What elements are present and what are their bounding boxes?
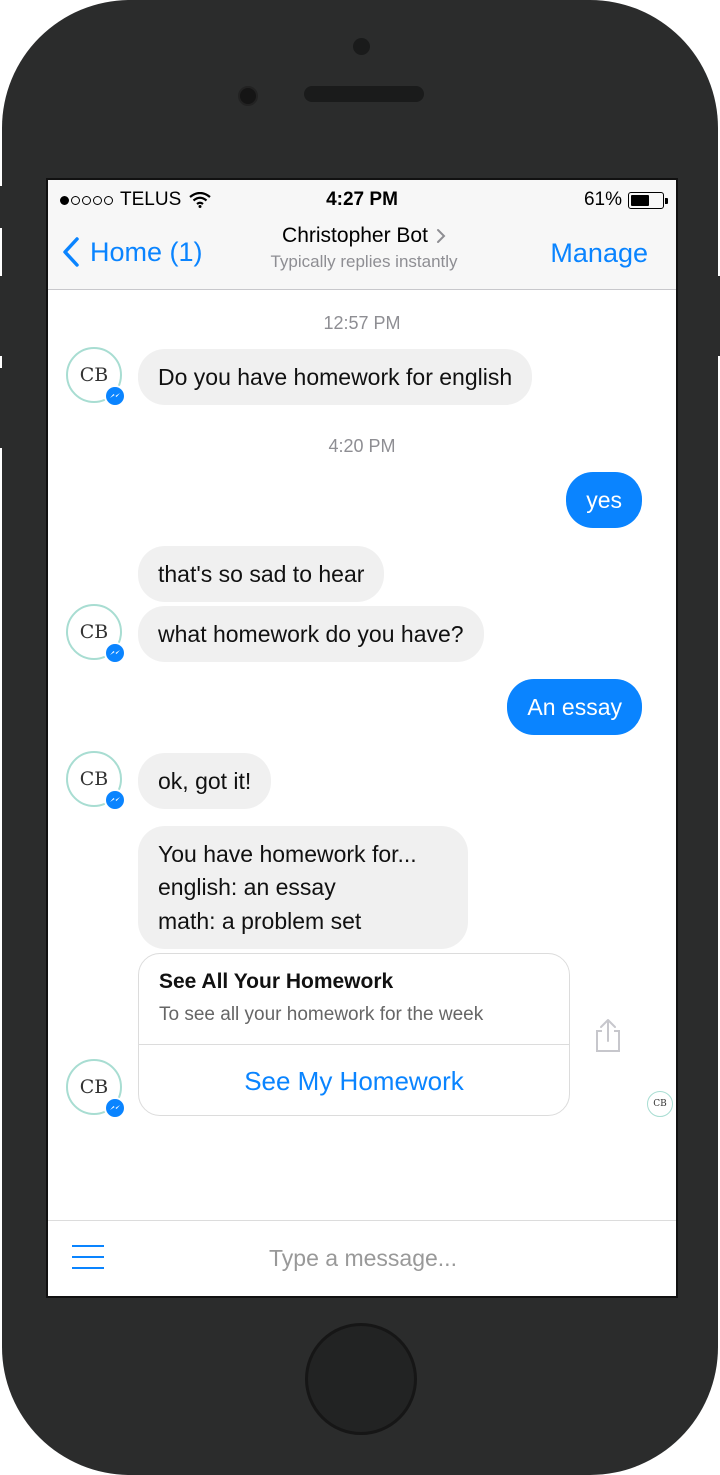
front-camera: [238, 86, 258, 106]
read-receipt-initials: CB: [653, 1099, 667, 1109]
bot-avatar[interactable]: CB: [66, 347, 126, 407]
screen: TELUS 4:27 PM 61% Home (1) Christopher B…: [46, 178, 678, 1298]
read-receipt-avatar: CB: [647, 1091, 673, 1117]
phone-frame: TELUS 4:27 PM 61% Home (1) Christopher B…: [2, 0, 718, 1475]
volume-down-button[interactable]: [0, 368, 6, 448]
messenger-badge-icon: [104, 385, 126, 407]
back-label: Home (1): [90, 236, 203, 267]
see-my-homework-button[interactable]: See My Homework: [139, 1045, 569, 1115]
volume-up-button[interactable]: [0, 276, 6, 356]
bot-avatar[interactable]: CB: [66, 1059, 126, 1119]
message-bubble-incoming[interactable]: Do you have homework for english: [138, 349, 533, 405]
message-bubble-outgoing[interactable]: yes: [566, 472, 642, 528]
card-title: See All Your Homework: [159, 970, 394, 993]
back-button[interactable]: Home (1): [62, 236, 203, 268]
status-right: 61%: [583, 189, 668, 211]
message-bubble-incoming[interactable]: You have homework for... english: an ess…: [138, 826, 468, 949]
conversation-title-text: Christopher Bot: [282, 224, 428, 247]
message-input[interactable]: [158, 1237, 568, 1279]
battery-icon: [628, 191, 668, 209]
message-bubble-outgoing[interactable]: An essay: [507, 679, 642, 735]
message-line: math: a problem set: [158, 907, 362, 934]
messenger-badge-icon: [104, 1097, 126, 1119]
message-line: english: an essay: [158, 874, 336, 901]
timestamp: 12:57 PM: [323, 313, 401, 333]
avatar-initials: CB: [79, 364, 109, 386]
status-bar: TELUS 4:27 PM 61%: [48, 180, 676, 220]
navigation-bar: Home (1) Christopher Bot Typically repli…: [48, 220, 676, 290]
mute-switch[interactable]: [0, 186, 6, 228]
battery-percent: 61%: [583, 189, 622, 210]
bot-avatar[interactable]: CB: [66, 604, 126, 664]
avatar-initials: CB: [79, 1076, 109, 1098]
avatar-initials: CB: [79, 621, 109, 643]
home-button[interactable]: [305, 1323, 417, 1435]
chevron-right-icon: [436, 229, 446, 243]
message-line: You have homework for...: [158, 841, 417, 867]
power-button[interactable]: [714, 276, 720, 356]
card-subtitle: To see all your homework for the week: [159, 1004, 484, 1025]
message-bubble-incoming[interactable]: that's so sad to hear: [138, 546, 385, 602]
message-bubble-incoming[interactable]: ok, got it!: [138, 753, 272, 809]
messenger-badge-icon: [104, 642, 126, 664]
messenger-badge-icon: [104, 789, 126, 811]
conversation-header[interactable]: Christopher Bot Typically replies instan…: [208, 224, 520, 272]
share-icon[interactable]: [592, 1017, 624, 1053]
message-bubble-incoming[interactable]: what homework do you have?: [138, 606, 484, 662]
conversation-title: Christopher Bot: [282, 224, 446, 248]
message-composer: [48, 1220, 676, 1296]
battery-level: [631, 194, 650, 206]
earpiece-speaker: [304, 86, 424, 102]
homework-card: See All Your Homework To see all your ho…: [138, 953, 570, 1116]
message-list[interactable]: 12:57 PM CB Do you have homework for eng…: [48, 291, 676, 1221]
menu-icon[interactable]: [72, 1245, 104, 1269]
manage-button[interactable]: Manage: [550, 238, 648, 269]
status-time: 4:27 PM: [326, 189, 398, 210]
back-chevron-icon: [63, 237, 79, 267]
bot-avatar[interactable]: CB: [66, 751, 126, 811]
proximity-sensor: [353, 38, 370, 55]
timestamp: 4:20 PM: [328, 436, 396, 456]
avatar-initials: CB: [79, 768, 109, 790]
conversation-subtitle: Typically replies instantly: [270, 252, 458, 271]
